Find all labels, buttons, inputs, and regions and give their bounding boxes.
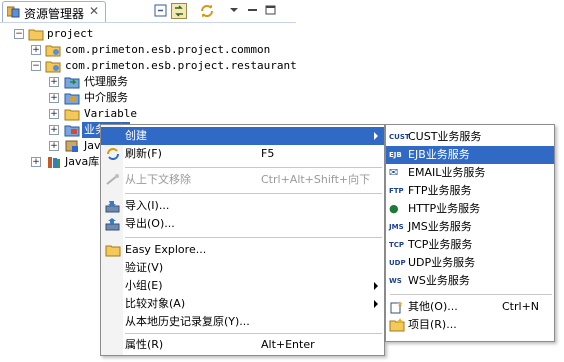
esb-project-icon [45, 45, 61, 57]
tab-title: 资源管理器 [24, 7, 85, 21]
menu-item-validate[interactable]: 验证(V) [101, 259, 384, 277]
folder-icon [105, 245, 121, 257]
explorer-icon [7, 6, 20, 18]
collapse-toggle[interactable]: − [14, 29, 24, 39]
submenu-arrow-icon [374, 282, 378, 290]
create-submenu: CUST CUST业务服务 EJB EJB业务服务 ✉ EMAIL业务服务 FT… [385, 124, 555, 342]
resource-explorer-tab[interactable]: 资源管理器 ✕ [2, 1, 106, 22]
tree-item-project[interactable]: − project [0, 26, 296, 42]
variable-folder-icon [64, 109, 80, 121]
submenu-item-udp-service[interactable]: UDP UDP业务服务 [386, 254, 554, 272]
menu-item-compare-with[interactable]: 比较对象(A) [101, 295, 384, 313]
submenu-item-tcp-service[interactable]: TCP TCP业务服务 [386, 236, 554, 254]
link-with-editor-icon[interactable] [171, 3, 187, 19]
expand-toggle[interactable]: + [31, 45, 41, 55]
expand-toggle[interactable]: + [49, 77, 59, 87]
tcp-service-icon: TCP [389, 241, 405, 249]
collapse-all-icon[interactable] [153, 3, 169, 19]
new-wizard-icon [390, 301, 403, 314]
tree-item-proxy-services[interactable]: + 代理服务 [0, 74, 296, 90]
refresh-icon [107, 148, 119, 160]
ejb-service-icon: EJB [389, 151, 402, 159]
tree-item-mediation-services[interactable]: + 中介服务 [0, 90, 296, 106]
minimize-icon[interactable] [245, 3, 261, 19]
jms-service-icon: JMS [389, 223, 404, 231]
export-icon [105, 218, 120, 231]
expand-toggle[interactable]: + [49, 109, 59, 119]
proxy-service-folder-icon [64, 77, 80, 89]
expand-toggle[interactable]: + [31, 157, 41, 167]
new-project-icon [389, 318, 405, 332]
submenu-item-ftp-service[interactable]: FTP FTP业务服务 [386, 182, 554, 200]
submenu-arrow-icon [374, 132, 378, 140]
library-icon [48, 157, 60, 168]
menu-item-restore-from-local-history[interactable]: 从本地历史记录复原(Y)... [101, 313, 384, 331]
view-tab-bar: 资源管理器 ✕ [0, 0, 296, 23]
ws-service-icon: WS [389, 277, 402, 285]
menu-item-remove-from-context[interactable]: 从上下文移除 Ctrl+Alt+Shift+向下 [101, 171, 384, 189]
submenu-item-jms-service[interactable]: JMS JMS业务服务 [386, 218, 554, 236]
remove-context-icon [106, 174, 119, 185]
menu-item-properties[interactable]: 属性(R) Alt+Enter [101, 336, 384, 354]
menu-separator [125, 237, 382, 238]
email-service-icon: ✉ [389, 166, 399, 179]
menu-separator [390, 294, 552, 295]
tree-item-restaurant[interactable]: − com.primeton.esb.project.restaurant [0, 58, 297, 74]
expand-toggle[interactable]: + [49, 125, 59, 135]
submenu-arrow-icon [374, 300, 378, 308]
business-service-folder-icon [64, 125, 80, 137]
context-menu: 创建 刷新(F) F5 从上下文移除 Ctrl+Alt+Shift+向下 导入(… [100, 124, 385, 356]
menu-item-team[interactable]: 小组(E) [101, 277, 384, 295]
menu-separator [125, 333, 382, 334]
submenu-item-other[interactable]: 其他(O)... Ctrl+N [386, 298, 554, 316]
view-menu-icon[interactable] [229, 3, 239, 19]
submenu-item-email-service[interactable]: ✉ EMAIL业务服务 [386, 164, 554, 182]
menu-item-create[interactable]: 创建 [101, 127, 384, 145]
sync-icon[interactable] [199, 3, 215, 19]
menu-item-export[interactable]: 导出(O)... [101, 215, 384, 233]
import-icon [105, 201, 120, 213]
java-package-icon [65, 140, 78, 152]
submenu-item-cust-service[interactable]: CUST CUST业务服务 [386, 128, 554, 146]
menu-item-refresh[interactable]: 刷新(F) F5 [101, 145, 384, 163]
maximize-icon[interactable] [263, 3, 279, 19]
close-icon[interactable]: ✕ [89, 4, 99, 18]
menu-separator [125, 193, 382, 194]
ftp-service-icon: FTP [389, 187, 404, 195]
udp-service-icon: UDP [389, 259, 406, 267]
mediation-service-folder-icon [64, 93, 80, 105]
submenu-item-project[interactable]: 项目(R)... [386, 316, 554, 334]
http-service-icon: ● [389, 202, 399, 215]
collapse-toggle[interactable]: − [31, 61, 41, 71]
menu-separator [125, 167, 382, 168]
expand-toggle[interactable]: + [49, 93, 59, 103]
tree-item-common[interactable]: + com.primeton.esb.project.common [0, 42, 296, 58]
cust-service-icon: CUST [389, 133, 410, 141]
esb-project-icon [45, 61, 61, 73]
expand-toggle[interactable]: + [49, 141, 59, 151]
submenu-item-ejb-service[interactable]: EJB EJB业务服务 [386, 146, 554, 164]
submenu-item-http-service[interactable]: ● HTTP业务服务 [386, 200, 554, 218]
menu-item-easy-explore[interactable]: Easy Explore... [101, 241, 384, 259]
menu-item-import[interactable]: 导入(I)... [101, 197, 384, 215]
project-folder-icon [28, 29, 44, 41]
tree-item-variable[interactable]: + Variable [0, 106, 296, 122]
submenu-item-ws-service[interactable]: WS WS业务服务 [386, 272, 554, 290]
